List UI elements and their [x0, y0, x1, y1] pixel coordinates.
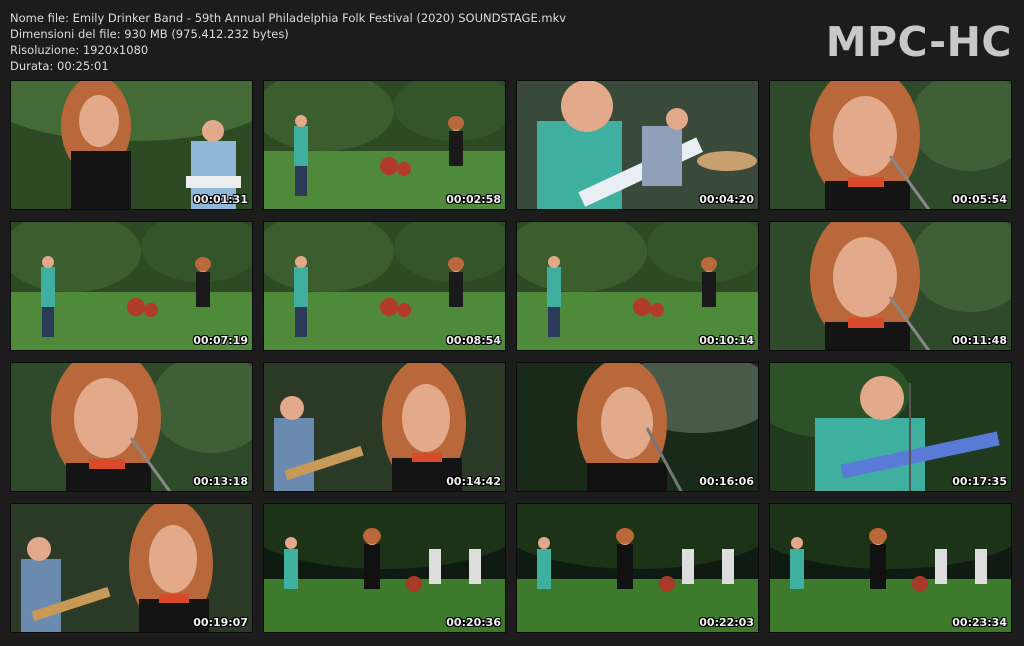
thumbnail-timestamp: 00:02:58	[446, 193, 501, 206]
thumbnail-frame-image	[11, 222, 252, 350]
thumbnail-timestamp: 00:20:36	[446, 616, 501, 629]
thumbnail-timestamp: 00:19:07	[193, 616, 248, 629]
thumbnail-frame-image	[264, 81, 505, 209]
video-thumbnail: 00:22:03	[516, 503, 759, 633]
thumbnail-timestamp: 00:11:48	[952, 334, 1007, 347]
thumbnail-timestamp: 00:17:35	[952, 475, 1007, 488]
thumbnail-timestamp: 00:05:54	[952, 193, 1007, 206]
thumbnail-frame-image	[770, 504, 1011, 632]
video-thumbnail: 00:04:20	[516, 80, 759, 210]
thumbnail-frame-image	[11, 363, 252, 491]
video-thumbnail: 00:17:35	[769, 362, 1012, 492]
video-thumbnail: 00:05:54	[769, 80, 1012, 210]
thumbnail-timestamp: 00:16:06	[699, 475, 754, 488]
thumbnail-timestamp: 00:22:03	[699, 616, 754, 629]
thumbnail-timestamp: 00:08:54	[446, 334, 501, 347]
thumbnail-frame-image	[264, 222, 505, 350]
file-name-line: Nome file: Emily Drinker Band - 59th Ann…	[10, 11, 567, 25]
thumbnail-frame-image	[770, 81, 1011, 209]
video-thumbnail: 00:13:18	[10, 362, 253, 492]
thumbnail-frame-image	[770, 363, 1011, 491]
thumbnail-timestamp: 00:10:14	[699, 334, 754, 347]
video-thumbnail: 00:08:54	[263, 221, 506, 351]
video-thumbnail: 00:14:42	[263, 362, 506, 492]
video-thumbnail: 00:16:06	[516, 362, 759, 492]
thumbnail-frame-image	[264, 504, 505, 632]
thumbnail-frame-image	[517, 363, 758, 491]
video-thumbnail: 00:10:14	[516, 221, 759, 351]
thumbnail-frame-image	[11, 81, 252, 209]
thumbnail-timestamp: 00:01:31	[193, 193, 248, 206]
resolution-line: Risoluzione: 1920x1080	[10, 43, 149, 57]
thumbnail-timestamp: 00:07:19	[193, 334, 248, 347]
thumbnail-timestamp: 00:13:18	[193, 475, 248, 488]
file-size-line: Dimensioni del file: 930 MB (975.412.232…	[10, 27, 289, 41]
video-thumbnail: 00:19:07	[10, 503, 253, 633]
file-info: Nome file: Emily Drinker Band - 59th Ann…	[10, 10, 566, 74]
thumbnail-timestamp: 00:04:20	[699, 193, 754, 206]
video-thumbnail: 00:02:58	[263, 80, 506, 210]
thumbnail-frame-image	[517, 81, 758, 209]
thumbnail-frame-image	[11, 504, 252, 632]
thumbnail-frame-image	[517, 504, 758, 632]
video-thumbnail: 00:11:48	[769, 221, 1012, 351]
mpc-hc-logo: MPC-HC	[825, 18, 1012, 66]
thumbnail-frame-image	[264, 363, 505, 491]
video-thumbnail: 00:20:36	[263, 503, 506, 633]
thumbnail-frame-image	[770, 222, 1011, 350]
video-thumbnail: 00:07:19	[10, 221, 253, 351]
video-thumbnail: 00:01:31	[10, 80, 253, 210]
thumbnail-frame-image	[517, 222, 758, 350]
video-thumbnail: 00:23:34	[769, 503, 1012, 633]
thumbnail-timestamp: 00:14:42	[446, 475, 501, 488]
thumbnail-timestamp: 00:23:34	[952, 616, 1007, 629]
duration-line: Durata: 00:25:01	[10, 59, 109, 73]
